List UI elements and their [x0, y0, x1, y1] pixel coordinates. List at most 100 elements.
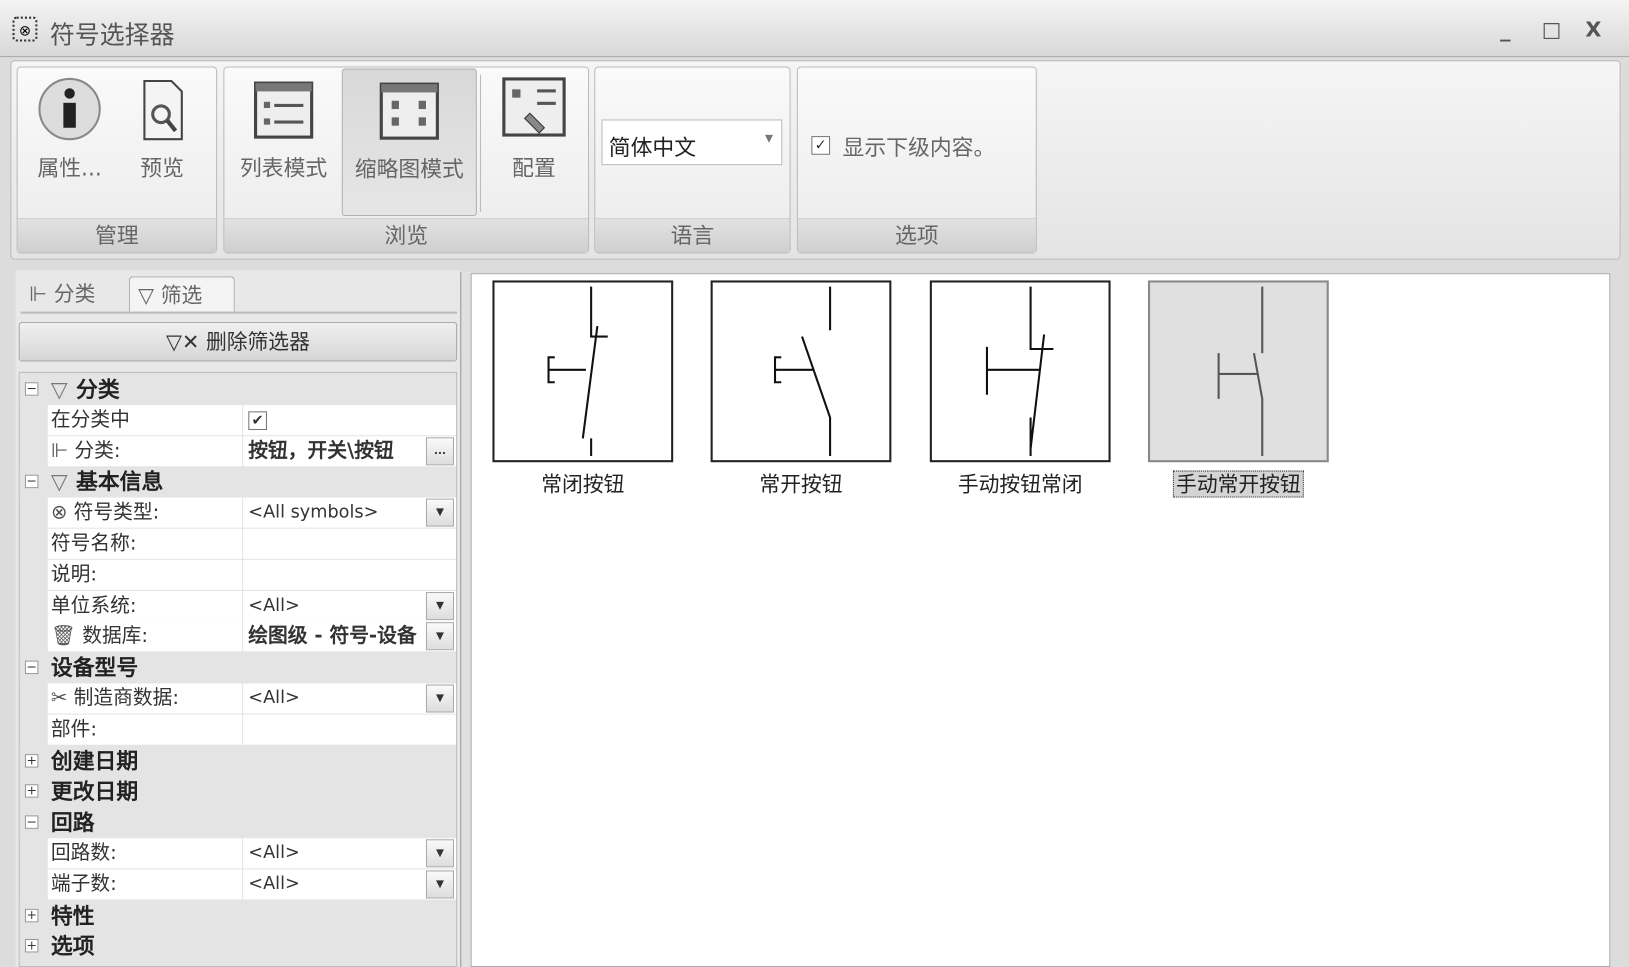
app-icon: ⊗	[12, 16, 38, 42]
manual-no-button-symbol-icon	[1217, 286, 1264, 456]
symbol-label[interactable]: 常开按钮	[711, 467, 892, 497]
property-value-dropdown[interactable]: <All> ▼	[243, 838, 457, 869]
browse-button[interactable]: ...	[425, 436, 454, 465]
category-label: ▽ 基本信息	[50, 469, 164, 495]
category-label: ▽ 分类	[50, 377, 120, 402]
filter-icon: ▽	[138, 282, 155, 308]
list-mode-button[interactable]: 列表模式	[231, 69, 337, 216]
property-row: 在分类中 ✔	[20, 404, 457, 436]
expand-toggle[interactable]: +	[24, 784, 39, 799]
separator	[479, 74, 482, 212]
list-view-icon	[254, 81, 314, 139]
tree-icon: ⊩	[29, 281, 48, 307]
property-value-dropdown[interactable]: <All> ▼	[243, 683, 457, 714]
show-sub-checkbox[interactable]: ✓	[811, 136, 831, 155]
property-value-input[interactable]	[243, 714, 457, 745]
category-label: 更改日期	[50, 779, 139, 805]
group-label: 选项	[797, 218, 1036, 253]
property-value-dropdown[interactable]: 绘图级 - 符号-设备 ▼	[243, 621, 457, 652]
thumbnail-mode-label: 缩略图模式	[354, 156, 464, 182]
property-label: 说明:	[47, 559, 243, 590]
properties-label: 属性...	[37, 155, 102, 181]
property-value: ✔	[243, 404, 457, 436]
tree-icon: ⊩	[50, 438, 69, 462]
maximize-button[interactable]: □	[1542, 17, 1562, 42]
thumbnail-mode-button[interactable]: 缩略图模式	[341, 68, 477, 217]
property-value-dropdown[interactable]: <All> ▼	[243, 590, 457, 621]
category-row: + 更改日期	[19, 776, 457, 808]
symbol-tile[interactable]	[492, 280, 674, 463]
property-label: 部件:	[47, 714, 243, 745]
property-row: 部件:	[20, 714, 457, 745]
collapse-toggle[interactable]: −	[24, 660, 39, 675]
category-label: 特性	[50, 903, 95, 929]
title-bar	[0, 0, 1629, 58]
category-label: 回路	[50, 810, 95, 836]
collapse-toggle[interactable]: −	[24, 382, 39, 396]
symbol-tile-selected[interactable]	[1147, 280, 1329, 463]
language-select[interactable]: 简体中文 ▼	[601, 119, 783, 166]
filter-icon: ▽	[50, 377, 68, 402]
dropdown-button[interactable]: ▼	[425, 870, 454, 899]
filter-icon: ▽	[50, 469, 68, 495]
preview-button[interactable]: 预览	[123, 69, 202, 216]
dropdown-button[interactable]: ▼	[425, 839, 454, 868]
property-value-input[interactable]	[243, 528, 457, 559]
property-label: 回路数:	[47, 838, 243, 869]
dropdown-button[interactable]: ▼	[425, 591, 454, 620]
dropdown-button[interactable]: ▼	[425, 622, 454, 651]
collapse-toggle[interactable]: −	[24, 815, 39, 830]
property-value-dropdown[interactable]: <All> ▼	[243, 869, 457, 900]
property-value-input[interactable]	[243, 559, 457, 590]
property-row: ⊗ 符号类型: <All symbols> ▼	[20, 497, 457, 529]
close-button[interactable]: X	[1585, 17, 1601, 42]
property-row: 说明:	[20, 559, 457, 591]
property-row: ⊩ 分类: 按钮，开关\按钮...	[20, 435, 457, 467]
group-label: 管理	[17, 218, 217, 253]
in-category-checkbox[interactable]: ✔	[248, 411, 267, 430]
nc-button-symbol-icon	[547, 286, 608, 456]
category-label: 选项	[50, 934, 95, 960]
tab-category[interactable]: ⊩ 分类	[21, 276, 127, 311]
category-label: 创建日期	[50, 748, 139, 774]
language-value: 简体中文	[608, 135, 697, 160]
config-label: 配置	[512, 155, 556, 181]
property-value-more[interactable]: 按钮，开关\按钮...	[243, 435, 457, 466]
property-value-dropdown[interactable]: <All symbols> ▼	[243, 497, 457, 528]
tab-filter[interactable]: ▽ 筛选	[128, 276, 235, 312]
info-icon	[38, 77, 101, 141]
property-row: 回路数: <All> ▼	[20, 838, 457, 869]
expand-toggle[interactable]: +	[24, 753, 39, 768]
property-label: 在分类中	[47, 404, 243, 436]
property-row: 符号名称:	[20, 528, 457, 560]
symbol-tile[interactable]	[929, 280, 1111, 463]
dropdown-button[interactable]: ▼	[425, 498, 454, 527]
symbol-selector-window: ⊗ 符号选择器 _ □ X 管理 浏览 语言 选项 属性... 预览 列表模式 …	[0, 0, 1629, 967]
symbol-tile[interactable]	[710, 280, 892, 463]
dropdown-button[interactable]: ▼	[425, 684, 454, 713]
database-icon: 🗑	[50, 624, 76, 648]
symbol-label[interactable]: 常闭按钮	[492, 467, 673, 497]
category-row: − ▽ 分类	[19, 373, 457, 406]
config-button[interactable]: 配置	[486, 69, 582, 216]
chevron-down-icon: ▼	[764, 132, 773, 145]
property-label: ⊗ 符号类型:	[47, 497, 243, 528]
tab-divider	[20, 311, 458, 314]
property-label: ⊩ 分类:	[47, 435, 243, 466]
expand-toggle[interactable]: +	[24, 908, 39, 922]
symbol-label-selected[interactable]: 手动常开按钮	[1148, 467, 1329, 498]
property-row: 🗑 数据库: 绘图级 - 符号-设备 ▼	[20, 621, 457, 653]
delete-filter-button[interactable]: ▽✕ 删除筛选器	[18, 321, 458, 362]
symbol-label[interactable]: 手动按钮常闭	[930, 467, 1111, 497]
expand-toggle[interactable]: +	[24, 939, 39, 953]
category-row: − ▽ 基本信息	[19, 466, 457, 498]
property-row: 单位系统: <All> ▼	[20, 590, 457, 622]
property-label: 单位系统:	[47, 590, 243, 621]
properties-button[interactable]: 属性...	[25, 69, 114, 216]
symbol-icon: ⊗	[50, 500, 68, 524]
collapse-toggle[interactable]: −	[24, 475, 39, 489]
property-label: 符号名称:	[47, 528, 243, 559]
property-label: 端子数:	[47, 869, 243, 900]
filter-property-grid: − ▽ 分类 在分类中 ✔ ⊩ 分类: 按钮，开关\按钮... − ▽ 基本信息 ⊗ 符号类型: <All…	[18, 371, 458, 967]
minimize-button[interactable]: _	[1500, 17, 1510, 42]
